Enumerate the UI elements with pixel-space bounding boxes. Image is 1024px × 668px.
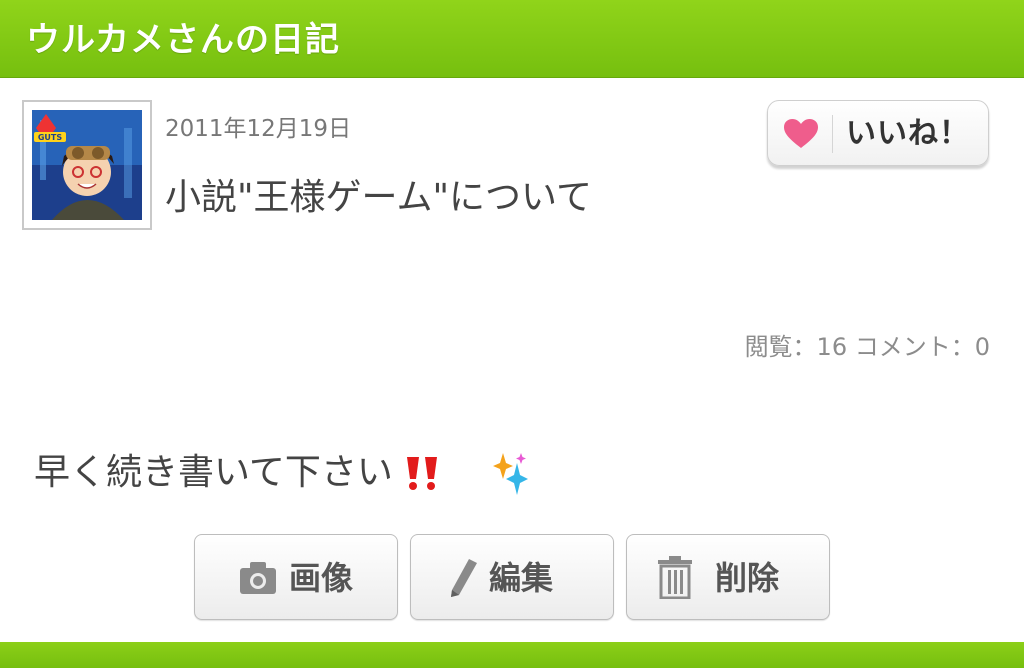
post-body-text: 早く続き書いて下さい (34, 452, 393, 493)
image-button-label: 画像 (289, 559, 354, 597)
pencil-icon (451, 559, 477, 597)
trash-icon (658, 556, 692, 599)
app-header: ウルカメさんの日記 (0, 0, 1024, 78)
double-exclamation-icon (407, 457, 438, 490)
image-button[interactable]: 画像 (194, 534, 398, 620)
page-title: ウルカメさんの日記 (26, 20, 340, 60)
post-date: 2011年12月19日 (165, 116, 352, 142)
camera-icon (240, 562, 276, 594)
avatar[interactable]: GUTS (22, 100, 152, 230)
post-body: 早く続き書いて下さい (34, 448, 529, 497)
footer-bar (0, 642, 1024, 668)
heart-icon (784, 119, 818, 148)
post-stats: 閲覧：16 コメント：0 (744, 333, 990, 361)
delete-button-label: 削除 (715, 559, 780, 597)
edit-button[interactable]: 編集 (410, 534, 614, 620)
like-divider (832, 115, 833, 153)
avatar-badge-text: GUTS (38, 133, 63, 142)
edit-button-label: 編集 (489, 559, 554, 597)
like-label: いいね！ (846, 116, 970, 151)
delete-button[interactable]: 削除 (626, 534, 830, 620)
sparkle-icon (493, 453, 529, 495)
post-title: 小説"王様ゲーム"について (165, 177, 592, 218)
like-button[interactable]: いいね！ (767, 100, 989, 166)
avatar-image: GUTS (32, 110, 142, 220)
